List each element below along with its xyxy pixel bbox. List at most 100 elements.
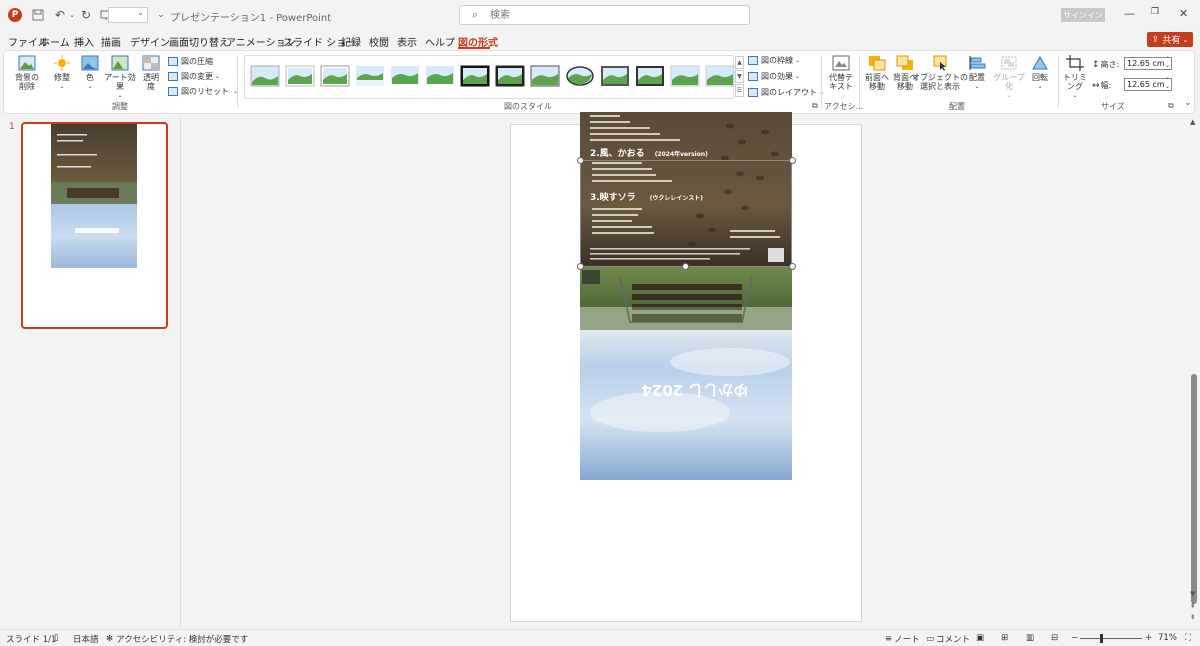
spellcheck-icon[interactable]: ▯ — [54, 633, 59, 643]
picture-layout-button[interactable]: 図のレイアウト⌄ — [748, 87, 824, 98]
close-icon[interactable]: ✕ — [1179, 7, 1188, 20]
language-indicator[interactable]: 日本語 — [73, 633, 99, 645]
notes-icon: ≡ — [885, 634, 893, 644]
tab-help[interactable]: ヘルプ — [425, 34, 455, 49]
tab-draw[interactable]: 描画 — [101, 34, 121, 49]
picture-style-1[interactable] — [250, 64, 280, 88]
save-icon[interactable] — [30, 7, 46, 23]
comments-button[interactable]: ▭ コメント — [926, 633, 970, 645]
tab-view[interactable]: 表示 — [397, 34, 417, 49]
picture-styles-gallery[interactable] — [244, 55, 735, 99]
notes-button[interactable]: ≡ ノート — [885, 633, 920, 645]
transparency-button[interactable]: 透明 度 — [140, 55, 162, 91]
picture-style-3[interactable] — [320, 64, 350, 88]
bring-forward-button[interactable]: 前面へ 移動 — [864, 55, 890, 91]
picture-effects-button[interactable]: 図の効果 ⌄ — [748, 71, 800, 82]
slide-sorter-icon[interactable]: ⊞ — [1001, 633, 1008, 643]
resize-handle-tr[interactable] — [789, 157, 796, 164]
scroll-down-icon[interactable]: ▼ — [1190, 590, 1195, 598]
picture-style-11[interactable] — [600, 64, 630, 88]
picture-style-5[interactable] — [390, 64, 420, 88]
dialog-launcher-icon[interactable]: ⧉ — [812, 101, 818, 111]
tab-transitions[interactable]: 画面切り替え — [169, 34, 229, 49]
vertical-scrollbar[interactable]: ▲ ▼ ⇞ ⇟ — [1189, 116, 1200, 628]
picture-style-8[interactable] — [495, 64, 525, 88]
height-spinner-icon[interactable]: ⌃ ⌄ — [1165, 57, 1170, 69]
collapse-ribbon-icon[interactable]: ⌄ — [1184, 98, 1192, 108]
alt-text-icon — [832, 55, 850, 71]
size-dialog-launcher-icon[interactable]: ⧉ — [1168, 101, 1174, 111]
height-label: ↕ 高さ: — [1092, 59, 1120, 70]
resize-handle-tl[interactable] — [577, 157, 584, 164]
reading-view-icon[interactable]: ▥ — [1026, 633, 1034, 643]
picture-style-2[interactable] — [285, 64, 315, 88]
width-spinner-icon[interactable]: ⌃ ⌄ — [1165, 78, 1170, 90]
tab-review[interactable]: 校閲 — [369, 34, 389, 49]
accessibility-status[interactable]: ✻ アクセシビリティ: 検討が必要です — [106, 633, 248, 645]
compress-pictures-button[interactable]: 図の圧縮 — [168, 56, 213, 67]
picture-style-9[interactable] — [530, 64, 560, 88]
reset-picture-button[interactable]: 図のリセット ⌄ — [168, 86, 238, 97]
zoom-in-icon[interactable]: + — [1145, 633, 1152, 643]
slideshow-view-icon[interactable]: ⊟ — [1051, 633, 1058, 643]
picture-style-7[interactable] — [460, 64, 490, 88]
restore-icon[interactable]: ❐ — [1151, 7, 1159, 17]
align-button[interactable]: 配置 ⌄ — [964, 55, 990, 91]
minimize-icon[interactable]: — — [1124, 7, 1135, 20]
search-box[interactable]: ⌕ — [459, 5, 750, 25]
group-label-arrange: 配置 — [949, 102, 965, 111]
resize-handle-bl[interactable] — [577, 263, 584, 270]
tab-record[interactable]: 記録 — [341, 34, 361, 49]
selection-pane-button[interactable]: オブジェクトの 選択と表示 — [912, 55, 968, 91]
search-input[interactable] — [490, 8, 730, 22]
normal-view-icon[interactable]: ▣ — [976, 633, 984, 643]
resize-handle-br[interactable] — [789, 263, 796, 270]
color-button[interactable]: 色 ⌄ — [78, 55, 102, 91]
remove-background-button[interactable]: 背景の 削除 — [12, 55, 42, 91]
height-field[interactable]: 12.65 cm ⌃ ⌄ — [1124, 57, 1172, 70]
rotate-button[interactable]: 回転 ⌄ — [1028, 55, 1052, 91]
zoom-out-icon[interactable]: − — [1071, 633, 1078, 643]
artistic-effects-button[interactable]: アート効果 ⌄ — [103, 55, 137, 100]
picture-color-icon — [81, 55, 99, 71]
tab-design[interactable]: デザイン — [130, 34, 170, 49]
scrollbar-thumb[interactable] — [1191, 374, 1197, 604]
zoom-level[interactable]: 71% — [1158, 633, 1177, 643]
prev-slide-icon[interactable]: ⇞ — [1190, 602, 1196, 610]
slide-thumbnail-1[interactable] — [21, 122, 168, 329]
corrections-button[interactable]: 修整 ⌄ — [50, 55, 74, 91]
picture-style-6[interactable] — [425, 64, 455, 88]
redo-icon[interactable]: ↻ — [78, 7, 94, 23]
tab-home[interactable]: ホーム — [40, 34, 70, 49]
fit-to-window-icon[interactable]: ⛶ — [1185, 633, 1191, 643]
undo-dropdown-icon[interactable]: ⌄ — [68, 7, 76, 23]
share-button[interactable]: ⇪ 共有 ⌄ — [1147, 32, 1193, 47]
undo-icon[interactable]: ↶ — [52, 7, 68, 23]
gallery-scroll[interactable]: ▲ ▼ ☰ — [735, 56, 744, 98]
crop-button[interactable]: トリミング ⌄ — [1060, 55, 1090, 100]
picture-style-14[interactable] — [705, 64, 735, 88]
width-field[interactable]: 12.65 cm ⌃ ⌄ — [1124, 78, 1172, 91]
accessibility-icon: ✻ — [106, 634, 114, 644]
zoom-slider[interactable] — [1080, 638, 1142, 639]
picture-style-4[interactable] — [355, 64, 385, 88]
resize-handle-b[interactable] — [682, 263, 689, 270]
customize-toolbar-icon[interactable]: ⌄ — [156, 7, 166, 23]
gallery-down-icon[interactable]: ▼ — [735, 70, 744, 83]
scroll-up-icon[interactable]: ▲ — [1190, 118, 1195, 126]
signin-button[interactable]: サインイン — [1061, 8, 1105, 22]
gallery-more-icon[interactable]: ☰ — [735, 84, 744, 97]
next-slide-icon[interactable]: ⇟ — [1190, 613, 1196, 621]
alt-text-button[interactable]: 代替テ キスト — [826, 55, 856, 91]
change-picture-button[interactable]: 図の変更 ⌄ — [168, 71, 220, 82]
selected-picture[interactable]: 2.風、かおる (2024年version) 3.映すソラ (ウクレレインスト) ゆ… — [580, 112, 792, 480]
font-size-combo[interactable]: ⌄ — [108, 7, 148, 23]
group-objects-button[interactable]: グループ化 ⌄ — [990, 55, 1028, 100]
picture-style-13[interactable] — [670, 64, 700, 88]
tab-insert[interactable]: 挿入 — [74, 34, 94, 49]
picture-style-12[interactable] — [635, 64, 665, 88]
zoom-slider-thumb[interactable] — [1100, 634, 1103, 643]
gallery-up-icon[interactable]: ▲ — [735, 56, 744, 69]
picture-border-button[interactable]: 図の枠線 ⌄ — [748, 55, 800, 66]
picture-style-10[interactable] — [565, 64, 595, 88]
